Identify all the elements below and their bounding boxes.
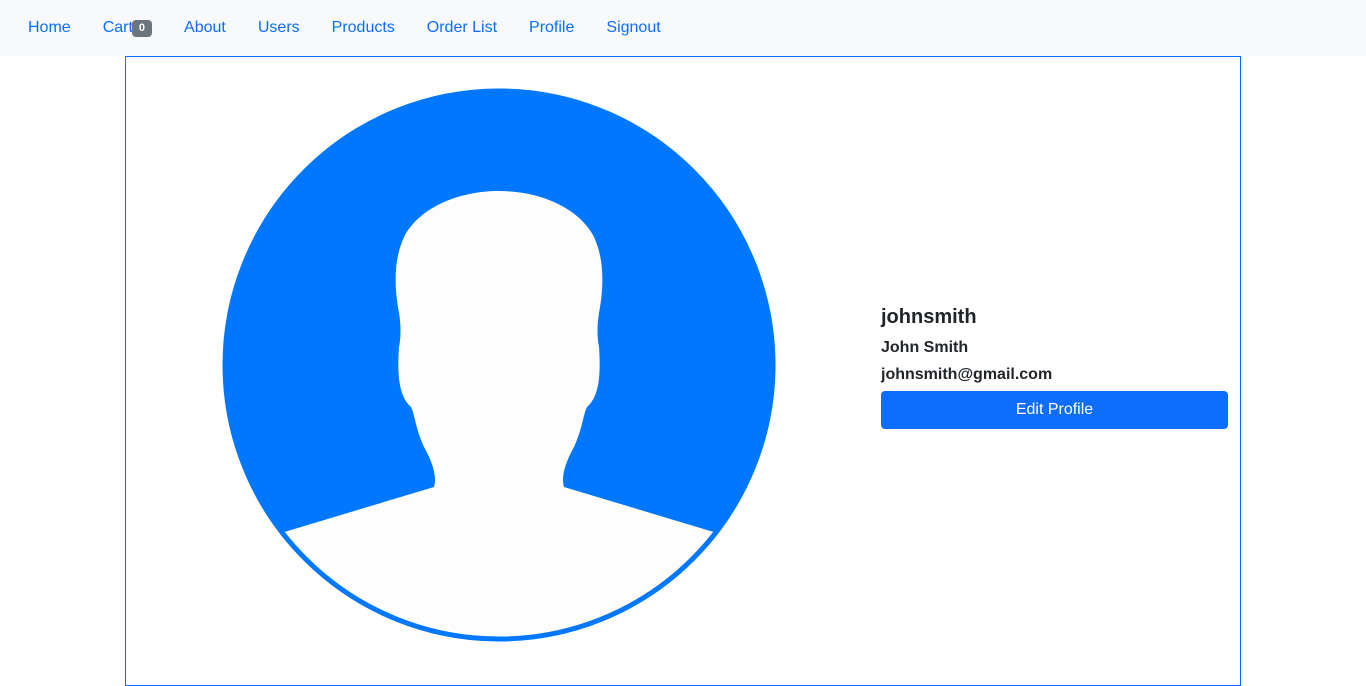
edit-profile-button[interactable]: Edit Profile xyxy=(881,391,1228,429)
nav-link-about[interactable]: About xyxy=(184,20,226,36)
profile-full-name: John Smith xyxy=(881,339,969,356)
nav-link-signout[interactable]: Signout xyxy=(606,20,660,36)
user-silhouette-icon xyxy=(222,88,776,642)
nav-link-cart-label: Cart xyxy=(102,19,133,36)
profile-username: johnsmith xyxy=(881,306,977,328)
cart-count-badge: 0 xyxy=(131,19,153,37)
nav-link-products[interactable]: Products xyxy=(332,20,395,36)
profile-card: johnsmith John Smith johnsmith@gmail.com… xyxy=(125,56,1241,686)
top-navbar: Home Cart 0 About Users Products Order Li… xyxy=(0,0,1366,56)
profile-email: johnsmith@gmail.com xyxy=(881,366,1053,383)
nav-link-users[interactable]: Users xyxy=(258,20,300,36)
nav-link-profile[interactable]: Profile xyxy=(529,20,574,36)
nav-link-home[interactable]: Home xyxy=(28,20,71,36)
nav-link-cart[interactable]: Cart 0 xyxy=(102,19,153,37)
profile-info: johnsmith John Smith johnsmith@gmail.com… xyxy=(881,305,1229,429)
nav-link-order-list[interactable]: Order List xyxy=(427,20,497,36)
